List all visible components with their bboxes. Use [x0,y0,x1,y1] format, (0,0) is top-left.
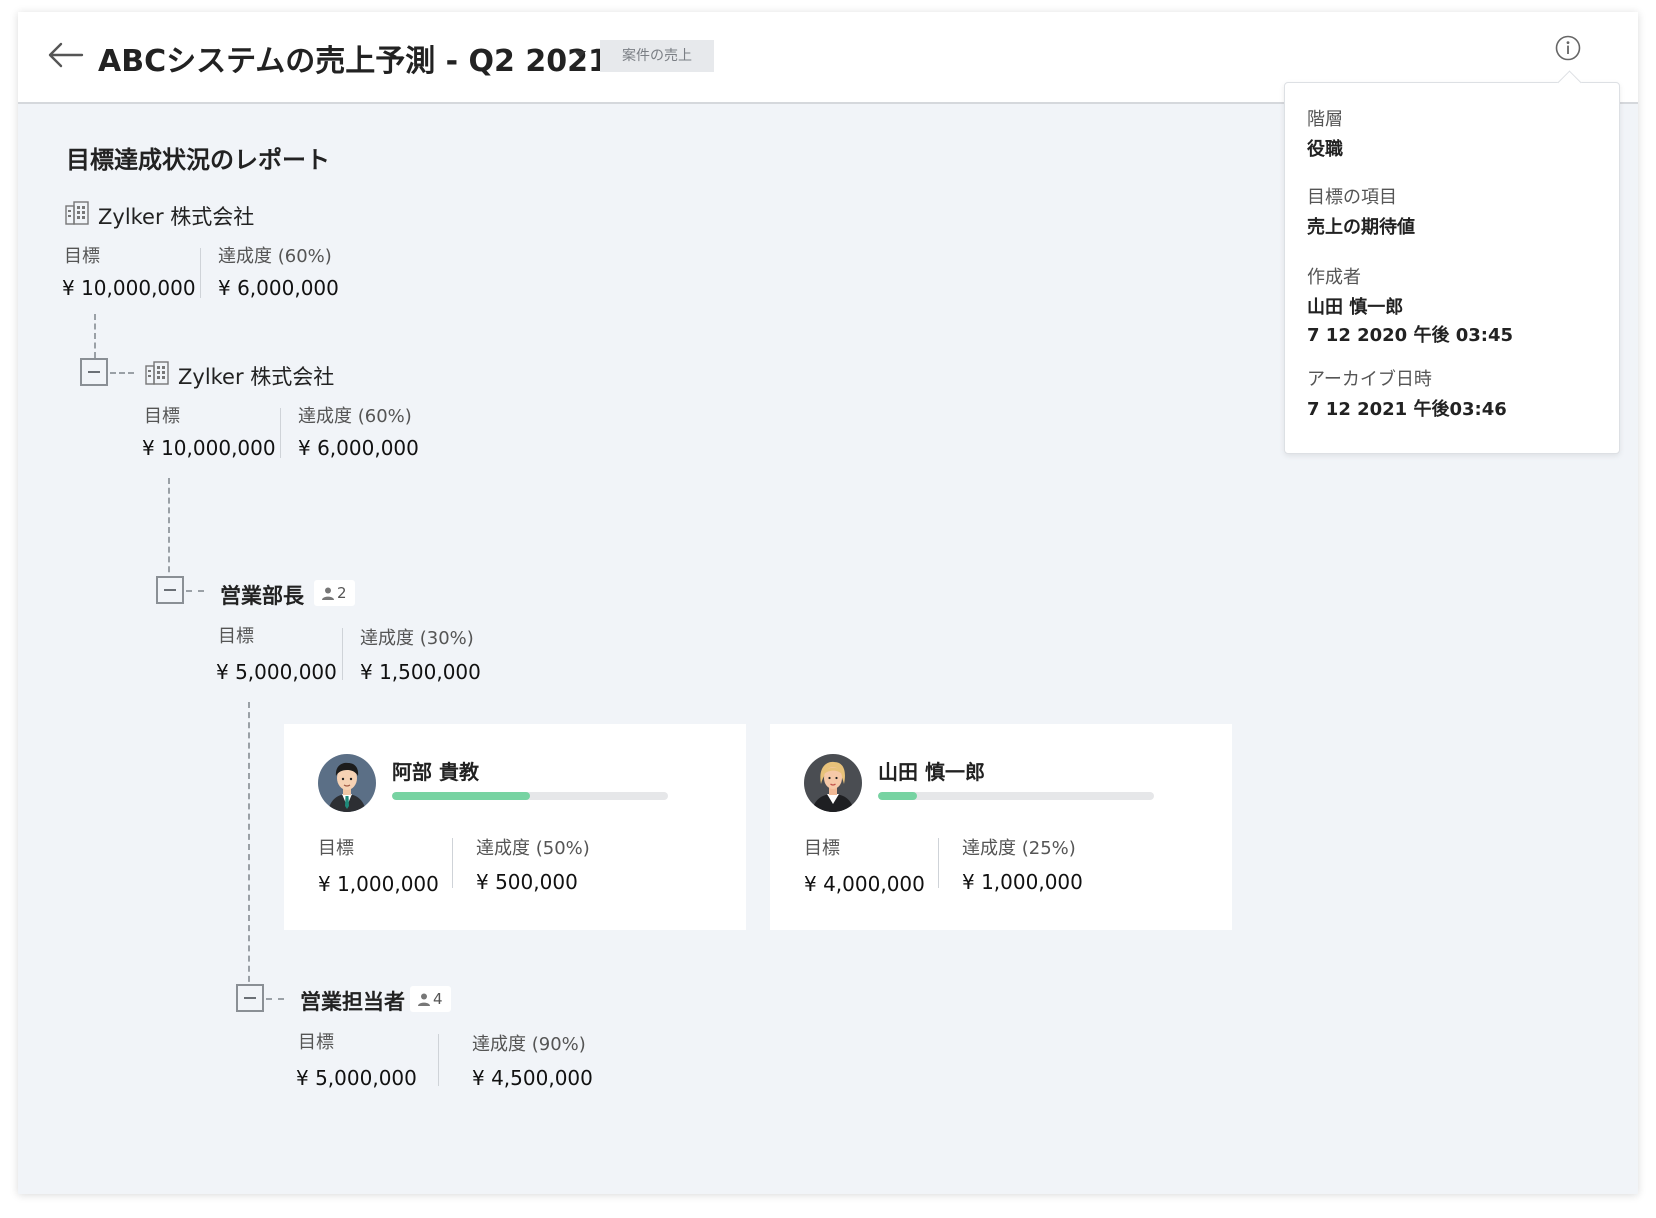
info-popover: 階層 役職 目標の項目 売上の期待値 作成者 山田 慎一郎 7 12 2020 … [1284,82,1620,454]
manager-role-name: 営業部長 [220,584,304,608]
target-item-value: 売上の期待値 [1307,217,1415,238]
female-avatar-icon [804,754,862,812]
building-icon [65,201,89,225]
module-tag: 案件の売上 [600,40,714,72]
divider [452,838,453,888]
member-achieved-value: ¥ 500,000 [476,870,578,894]
tree-connector [168,478,170,582]
member-count: 4 [433,990,443,1008]
org-child-name: Zylker 株式会社 [178,365,335,389]
divider [342,628,343,680]
divider [280,408,281,458]
rep-role-name: 営業担当者 [300,990,405,1014]
hierarchy-value: 役職 [1307,139,1343,160]
member-name: 阿部 貴教 [392,760,479,784]
member-achievement-label: 達成度 (50%) [476,838,590,859]
male-avatar-icon [318,754,376,812]
manager-achievement-label: 達成度 (30%) [360,628,474,649]
member-target-label: 目標 [318,838,354,859]
org-root-target-value: ¥ 10,000,000 [62,276,196,300]
creator-label: 作成者 [1307,267,1361,288]
member-count: 2 [337,584,347,602]
person-icon [418,993,430,1006]
progress-bar [392,792,668,800]
collapse-toggle[interactable] [80,358,108,386]
tree-connector [94,314,96,358]
goal-report-window: ABCシステムの売上予測 - Q2 2021 案件の売上 目標達成状況のレポート… [18,12,1638,1194]
divider [438,1034,439,1086]
target-item-label: 目標の項目 [1307,187,1397,208]
page-title: ABCシステムの売上予測 - Q2 2021 [98,44,609,79]
member-target-label: 目標 [804,838,840,859]
creator-name: 山田 慎一郎 [1307,297,1404,318]
divider [200,248,201,298]
org-child-achievement-label: 達成度 (60%) [298,406,412,427]
person-icon [322,587,334,600]
back-arrow-icon[interactable] [46,40,84,70]
hierarchy-label: 階層 [1307,109,1343,130]
org-root-achieved-value: ¥ 6,000,000 [218,276,339,300]
archived-label: アーカイブ日時 [1307,369,1432,390]
manager-target-value: ¥ 5,000,000 [216,660,337,684]
manager-achieved-value: ¥ 1,500,000 [360,660,481,684]
org-child-target-label: 目標 [144,406,180,427]
org-child-target-value: ¥ 10,000,000 [142,436,276,460]
org-child-achieved-value: ¥ 6,000,000 [298,436,419,460]
rep-achievement-label: 達成度 (90%) [472,1034,586,1055]
rep-achieved-value: ¥ 4,500,000 [472,1066,593,1090]
divider [938,838,939,888]
member-card[interactable]: 山田 慎一郎 目標 達成度 (25%) ¥ 4,000,000 ¥ 1,000,… [770,724,1232,930]
member-target-value: ¥ 4,000,000 [804,872,925,896]
progress-fill [392,792,530,800]
member-count-badge: 4 [410,986,451,1012]
report-title: 目標達成状況のレポート [66,146,330,174]
avatar [318,754,376,812]
collapse-toggle[interactable] [156,576,184,604]
caret-down-icon[interactable] [570,42,590,66]
member-name: 山田 慎一郎 [878,760,985,784]
org-root-achievement-label: 達成度 (60%) [218,246,332,267]
tree-connector [186,590,204,592]
info-icon[interactable] [1554,34,1582,62]
progress-bar [878,792,1154,800]
member-target-value: ¥ 1,000,000 [318,872,439,896]
org-root-target-label: 目標 [64,246,100,267]
member-achieved-value: ¥ 1,000,000 [962,870,1083,894]
tree-connector [248,702,250,992]
org-root-name: Zylker 株式会社 [98,205,255,229]
member-count-badge: 2 [314,580,355,606]
manager-target-label: 目標 [218,626,254,647]
tree-connector [266,998,284,1000]
tree-connector [110,372,134,374]
building-icon [145,361,169,385]
member-achievement-label: 達成度 (25%) [962,838,1076,859]
member-card[interactable]: 阿部 貴教 目標 達成度 (50%) ¥ 1,000,000 ¥ 500,000 [284,724,746,930]
collapse-toggle[interactable] [236,984,264,1012]
rep-target-label: 目標 [298,1032,334,1053]
created-at: 7 12 2020 午後 03:45 [1307,325,1514,346]
progress-fill [878,792,917,800]
avatar [804,754,862,812]
rep-target-value: ¥ 5,000,000 [296,1066,417,1090]
archived-at: 7 12 2021 午後03:46 [1307,399,1507,420]
